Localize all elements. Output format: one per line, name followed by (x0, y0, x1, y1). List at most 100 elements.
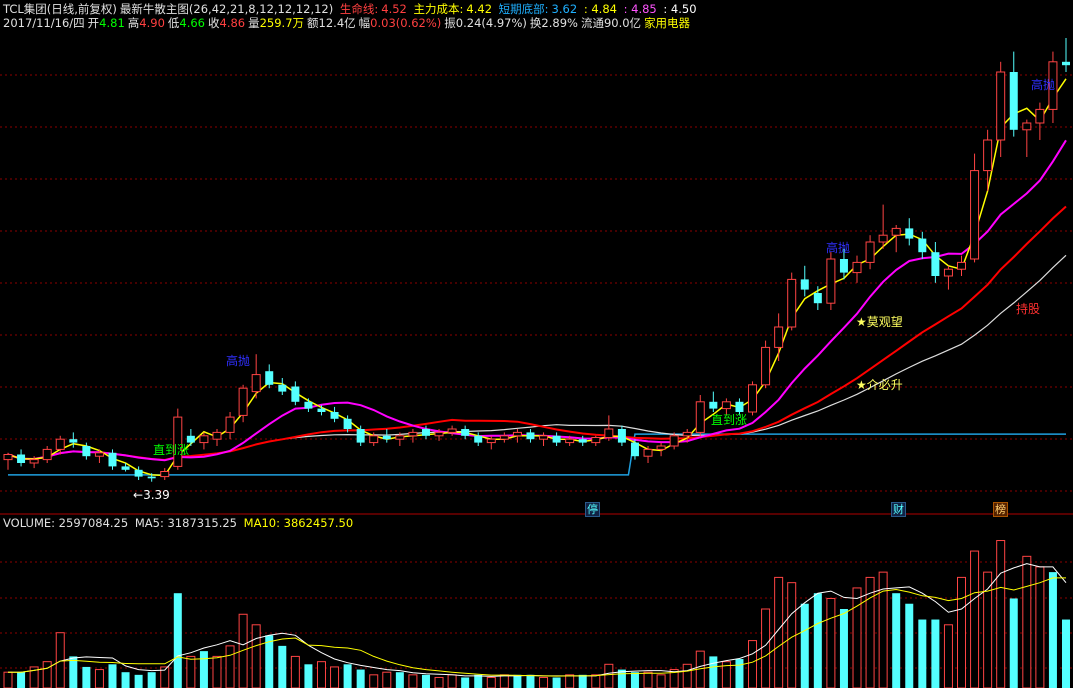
volume-bar (173, 593, 182, 688)
volume-bar (931, 619, 940, 688)
ma-white-line (7, 254, 1067, 461)
candle-body (865, 241, 875, 263)
volume-bar (461, 677, 470, 688)
volume-bar (42, 661, 52, 688)
volume-bar (69, 656, 78, 688)
candle-body (225, 416, 235, 433)
candle-body (526, 432, 535, 440)
candle-body (787, 278, 797, 328)
candle-body (369, 435, 379, 444)
candle-body (748, 384, 758, 413)
volume-bar (761, 608, 771, 688)
tag-bang[interactable]: 榜 (993, 502, 1008, 517)
candle-body (512, 431, 522, 437)
volume-bar (330, 666, 340, 688)
candle-body (108, 452, 117, 467)
volume-bar (1009, 598, 1018, 688)
candle-body (669, 435, 679, 447)
candle-body (774, 326, 784, 348)
volume-bar (94, 669, 104, 688)
volume-bar (3, 671, 13, 688)
candle-body (630, 442, 639, 457)
volume-bar (1035, 566, 1045, 688)
candle-body (291, 386, 300, 402)
zhidaozhang-label-1: 直到涨 (153, 443, 190, 457)
candle-body (970, 170, 980, 260)
candle-body (147, 476, 156, 479)
candle-body (42, 448, 52, 461)
volume-bar (513, 674, 522, 688)
volume-bar (1048, 572, 1057, 688)
candlestick-chart[interactable] (0, 0, 1073, 688)
ma-magenta-line (7, 139, 1067, 462)
volume-bar (604, 663, 614, 688)
candle-body (813, 293, 822, 304)
tag-cai[interactable]: 财 (891, 502, 906, 517)
candle-body (330, 412, 339, 419)
candle-body (826, 258, 836, 304)
moguanwang-label: ★莫观望 (856, 315, 903, 329)
candle-body (317, 408, 326, 412)
candle-body (709, 401, 718, 409)
volume-bar (486, 676, 496, 688)
candle-body (552, 435, 561, 443)
candle-body (212, 431, 222, 440)
volume-bar (421, 674, 430, 688)
volume-bar (499, 674, 509, 688)
candle-body (186, 435, 195, 443)
low-price-label: ←3.39 (133, 488, 170, 502)
volume-bar (970, 550, 980, 688)
volume-bar (82, 666, 91, 688)
volume-bar (905, 603, 914, 688)
volume-bar (1062, 619, 1070, 688)
candle-body (238, 387, 248, 416)
candle-body (486, 438, 496, 444)
volume-bar (199, 651, 208, 688)
candle-body (447, 428, 457, 433)
ma-red-line (7, 205, 1067, 462)
candle-body (839, 259, 848, 273)
candle-body (17, 454, 26, 463)
volume-bar (643, 671, 653, 688)
gaopao-label-1: 高抛 (226, 354, 251, 368)
volume-bar (474, 674, 483, 688)
tag-ting[interactable]: 停 (585, 502, 600, 517)
candle-body (957, 261, 967, 270)
candle-body (695, 401, 705, 433)
candle-body (499, 435, 509, 440)
chigu-label: 持股 (1016, 302, 1041, 316)
candle-body (578, 439, 587, 443)
volume-bar (800, 603, 809, 688)
candle-body (251, 374, 261, 393)
volume-bar (656, 674, 666, 688)
volume-bar (539, 676, 549, 688)
volume-bar (447, 674, 457, 688)
candle-body (931, 252, 940, 276)
volume-bar (591, 674, 601, 688)
candle-body (943, 268, 953, 277)
candle-body (395, 435, 405, 440)
volume-bar (225, 645, 235, 688)
candle-body (539, 435, 549, 440)
candle-body (996, 71, 1006, 141)
volume-bar (839, 609, 848, 688)
zhidaozhang-label-2: 直到涨 (711, 413, 748, 427)
volume-bar (735, 659, 744, 688)
volume-bar (251, 624, 261, 688)
candle-body (382, 435, 391, 440)
candle-body (852, 261, 862, 274)
volume-bar (369, 674, 379, 688)
candle-body (29, 459, 39, 464)
volume-bar (852, 587, 862, 688)
volume-bar (278, 645, 287, 688)
candle-body (682, 431, 692, 437)
candle-body (721, 401, 731, 410)
candle-body (643, 448, 653, 457)
volume-bar (578, 674, 587, 688)
volume-bar (957, 576, 967, 688)
volume-bar (813, 593, 822, 688)
candle-body (1009, 72, 1018, 130)
candle-body (591, 437, 601, 444)
low-price-value: 3.39 (143, 488, 170, 502)
volume-bar (212, 655, 222, 688)
